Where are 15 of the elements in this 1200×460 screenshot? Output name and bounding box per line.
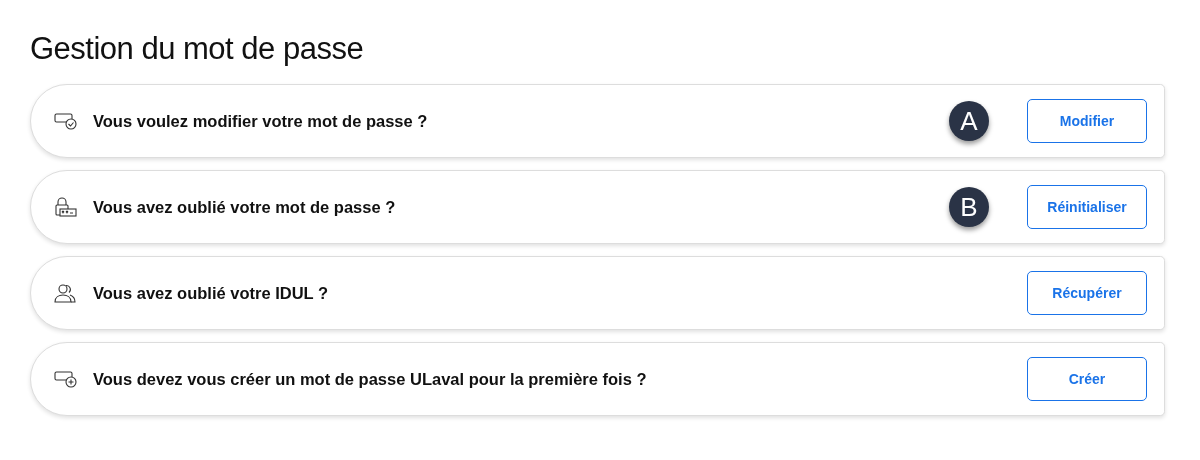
question-text: Vous avez oublié votre mot de passe ?: [93, 196, 397, 218]
password-check-icon: [53, 110, 79, 133]
question-text: Vous avez oublié votre IDUL ?: [93, 282, 330, 304]
action-button[interactable]: Créer: [1027, 357, 1147, 402]
annotation-marker: A: [949, 101, 989, 142]
question-text: Vous voulez modifier votre mot de passe ?: [93, 110, 429, 132]
lock-icon: [53, 196, 79, 219]
page-title: Gestion du mot de passe: [30, 30, 365, 68]
password-add-icon: [53, 368, 79, 391]
question-text: Vous devez vous créer un mot de passe ULaval pour la première fois ?: [93, 368, 648, 390]
action-button[interactable]: Modifier: [1027, 99, 1147, 144]
action-button[interactable]: Réinitialiser: [1027, 185, 1147, 230]
action-button[interactable]: Récupérer: [1027, 271, 1147, 316]
users-icon: [53, 282, 79, 305]
annotation-marker: B: [949, 187, 989, 228]
